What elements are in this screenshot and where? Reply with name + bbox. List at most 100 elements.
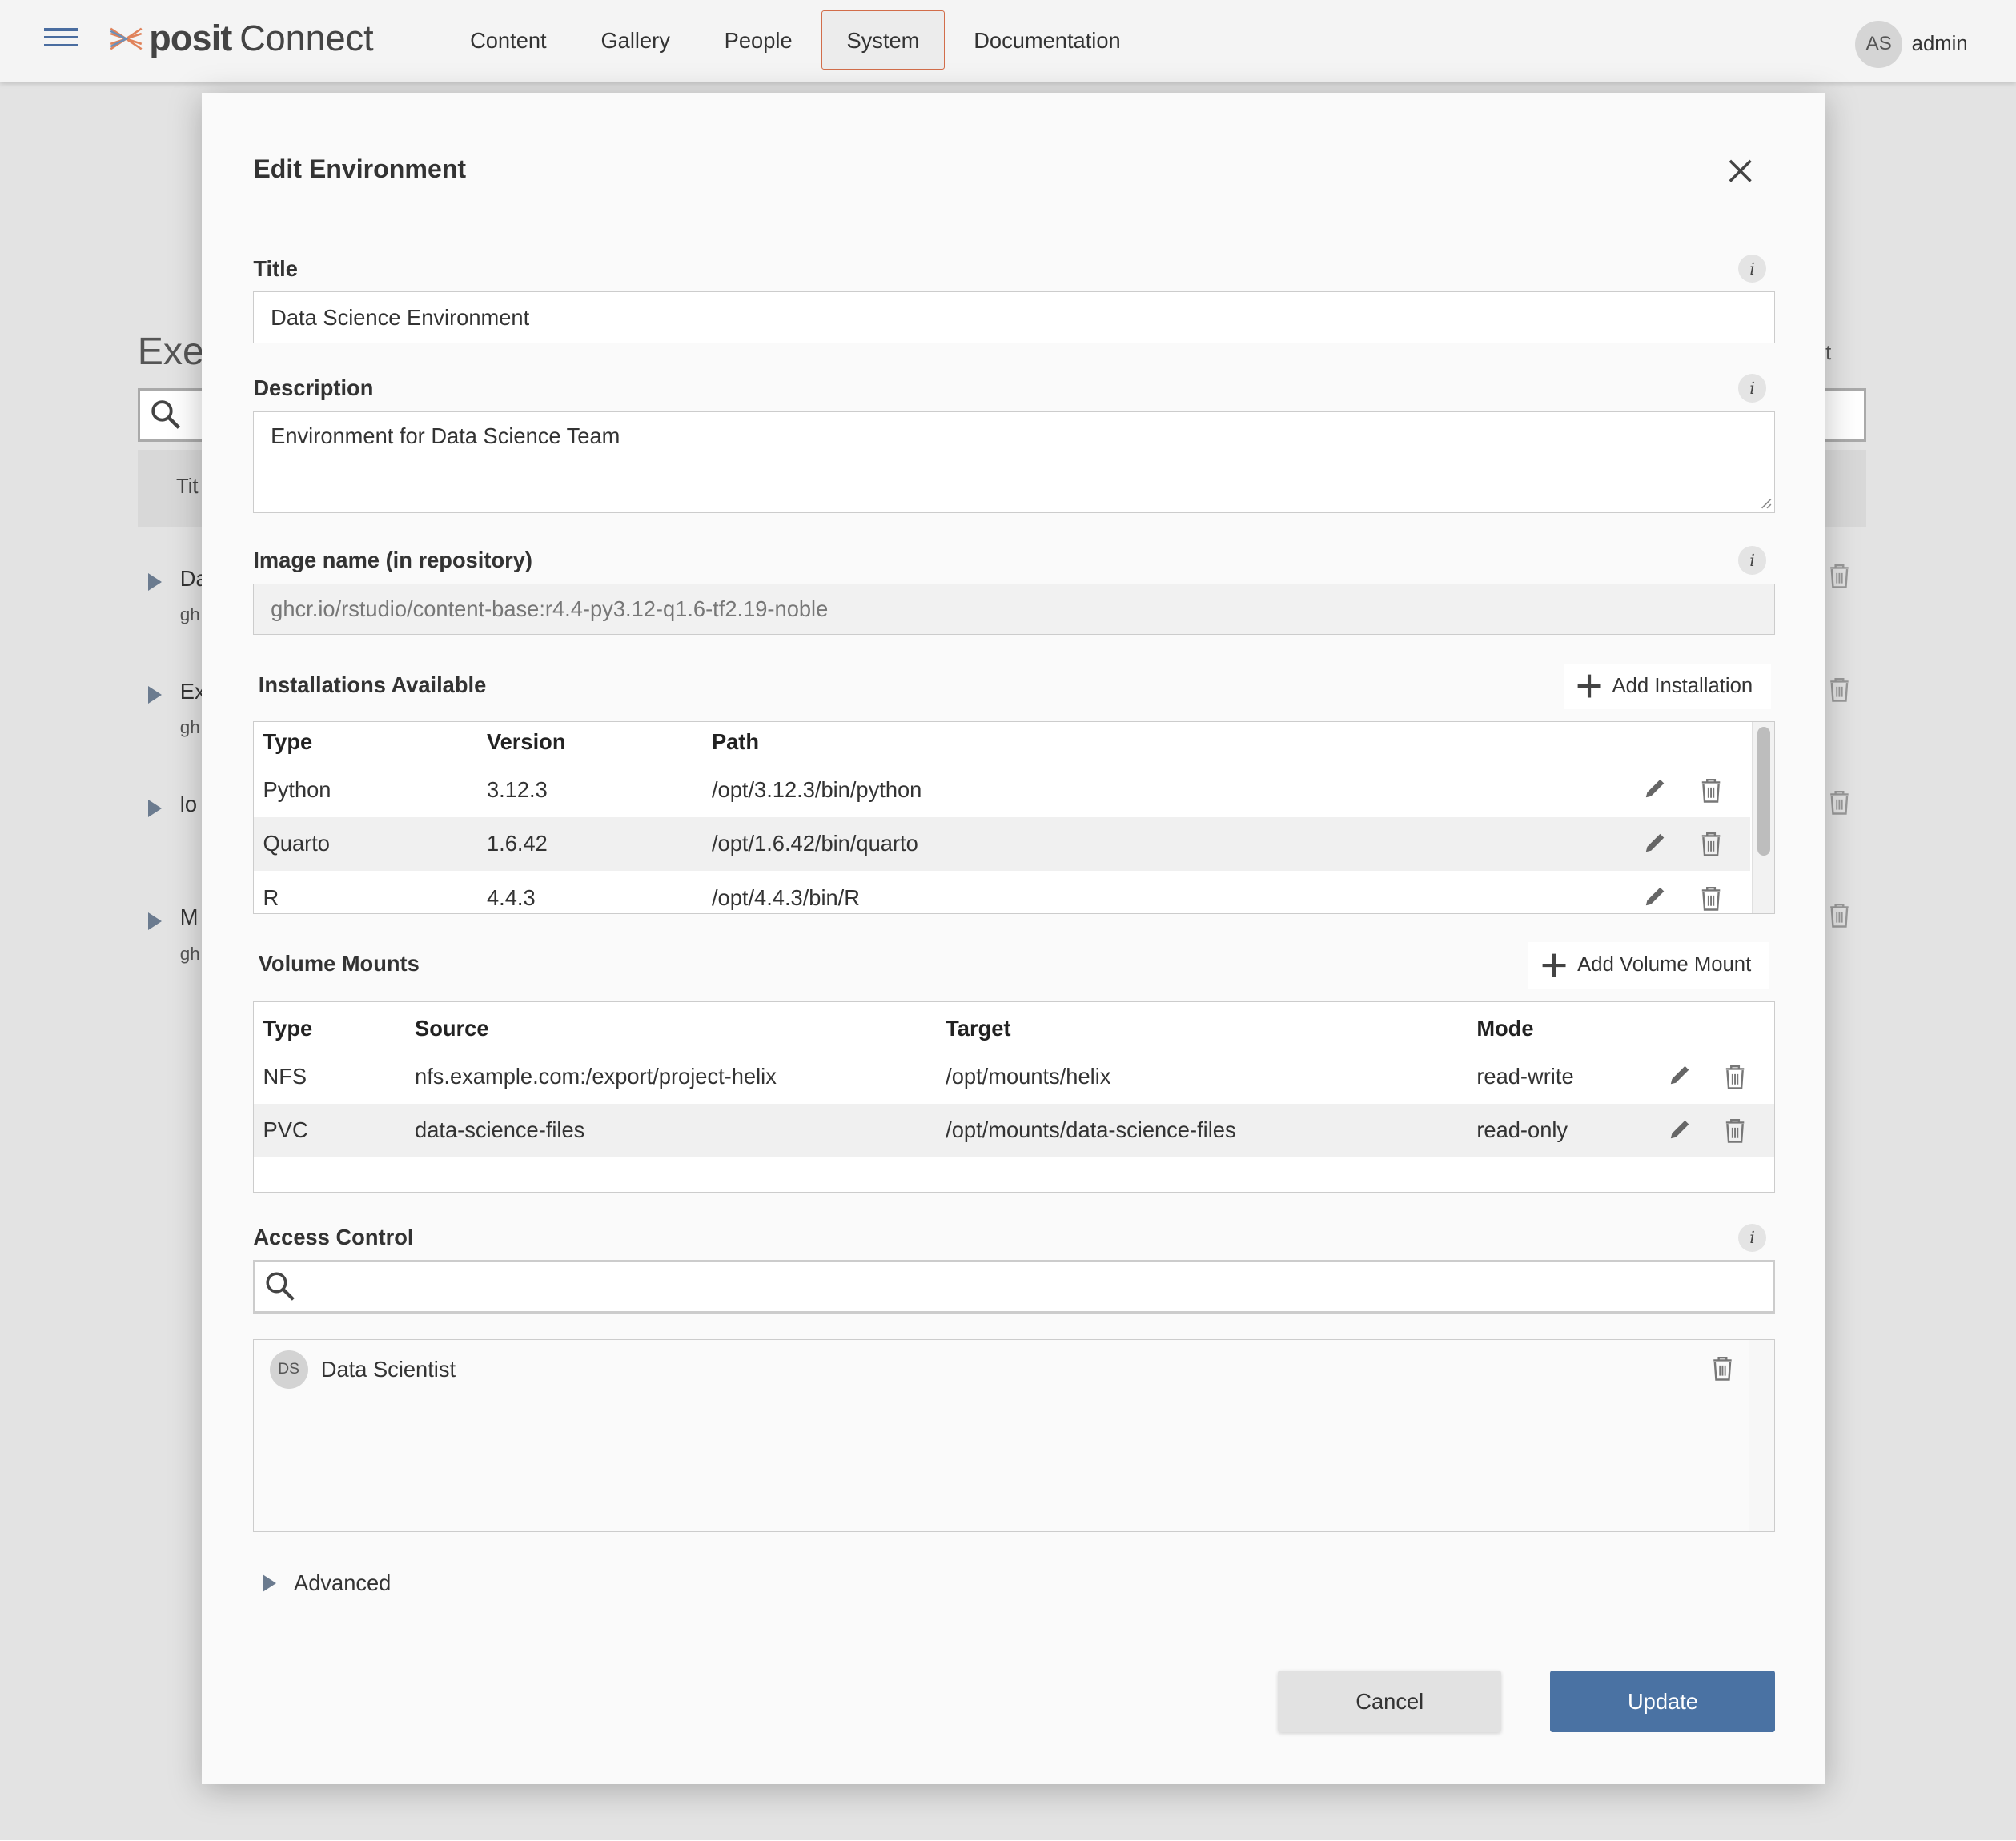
search-icon	[265, 1272, 295, 1301]
cell-path: /opt/3.12.3/bin/python	[711, 776, 922, 802]
advanced-toggle[interactable]: Advanced	[262, 1570, 392, 1596]
trash-icon[interactable]	[1698, 777, 1724, 803]
cell-path: /opt/1.6.42/bin/quarto	[711, 831, 918, 856]
trash-icon	[1830, 677, 1849, 702]
column-header-version: Version	[486, 729, 566, 755]
background-row-title: lo	[179, 792, 198, 817]
resize-handle-icon[interactable]	[1761, 498, 1772, 509]
cell-type: NFS	[263, 1063, 307, 1089]
description-label: Description	[253, 375, 374, 400]
add-installation-label: Add Installation	[1612, 674, 1753, 697]
table-row: Python 3.12.3 /opt/3.12.3/bin/python	[254, 763, 1750, 816]
column-header-target: Target	[946, 1016, 1011, 1041]
column-header-mode: Mode	[1476, 1016, 1534, 1041]
nav-gallery[interactable]: Gallery	[576, 10, 695, 70]
cell-mode: read-only	[1476, 1117, 1568, 1143]
background-page-title: Exe	[137, 330, 204, 374]
expand-icon	[262, 1574, 276, 1593]
add-volume-mount-label: Add Volume Mount	[1577, 953, 1752, 977]
trash-icon	[1830, 790, 1849, 815]
cell-mode: read-write	[1476, 1063, 1574, 1089]
expand-icon	[147, 573, 162, 592]
description-text: Environment for Data Science Team	[271, 423, 620, 449]
nav-documentation[interactable]: Documentation	[949, 10, 1147, 70]
cell-source: nfs.example.com:/export/project-helix	[415, 1063, 777, 1089]
nav-people[interactable]: People	[699, 10, 817, 70]
column-header-source: Source	[415, 1016, 489, 1041]
advanced-label: Advanced	[294, 1570, 392, 1596]
expand-icon	[147, 686, 162, 704]
menu-icon[interactable]	[43, 28, 78, 49]
info-icon[interactable]: i	[1737, 1223, 1767, 1252]
nav-system[interactable]: System	[821, 10, 945, 70]
trash-icon[interactable]	[1698, 885, 1724, 911]
scrollbar[interactable]	[1751, 721, 1775, 913]
volume-mounts-title: Volume Mounts	[258, 951, 420, 977]
installations-title: Installations Available	[258, 672, 487, 697]
access-principals-list: DS Data Scientist	[253, 1339, 1776, 1532]
background-row-subtitle: gh	[179, 604, 200, 624]
top-bar: posit Connect Content Gallery People Sys…	[0, 0, 2016, 82]
trash-icon[interactable]	[1722, 1117, 1748, 1144]
trash-icon[interactable]	[1711, 1355, 1734, 1382]
access-control-label: Access Control	[253, 1225, 414, 1250]
cell-version: 1.6.42	[486, 831, 548, 856]
edit-icon[interactable]	[1642, 830, 1668, 856]
trash-icon[interactable]	[1722, 1064, 1748, 1089]
plus-icon	[1542, 953, 1566, 977]
background-header-label: Tit	[175, 475, 199, 499]
page: posit Connect Content Gallery People Sys…	[0, 0, 2016, 1841]
background-right-text: t	[1825, 342, 1832, 365]
user-menu[interactable]: AS admin	[1855, 20, 1968, 69]
cell-type: Quarto	[263, 831, 330, 856]
edit-icon[interactable]	[1642, 884, 1668, 909]
cell-target: /opt/mounts/helix	[946, 1063, 1111, 1089]
cell-version: 4.4.3	[486, 884, 536, 910]
table-row: Quarto 1.6.42 /opt/1.6.42/bin/quarto	[254, 816, 1751, 872]
edit-icon[interactable]	[1667, 1117, 1693, 1142]
column-header-type: Type	[263, 1016, 313, 1041]
table-row: NFS nfs.example.com:/export/project-heli…	[254, 1049, 1774, 1103]
cancel-button[interactable]: Cancel	[1278, 1671, 1502, 1733]
image-name-input[interactable]	[253, 583, 1776, 636]
expand-icon	[147, 799, 162, 817]
info-icon[interactable]: i	[1737, 546, 1767, 575]
user-name: admin	[1911, 32, 1968, 55]
background-row-subtitle: gh	[179, 943, 200, 964]
trash-icon	[1830, 904, 1849, 928]
info-icon[interactable]: i	[1737, 374, 1767, 403]
cell-target: /opt/mounts/data-science-files	[946, 1117, 1236, 1143]
column-header-path: Path	[711, 729, 760, 755]
brand-name: posit	[149, 18, 232, 59]
info-icon[interactable]: i	[1737, 254, 1767, 283]
update-button[interactable]: Update	[1550, 1671, 1776, 1733]
description-textarea[interactable]: Environment for Data Science Team	[253, 411, 1776, 513]
installations-table: Type Version Path Python 3.12.3 /opt/3.1…	[253, 720, 1776, 914]
posit-logo-icon	[110, 27, 143, 50]
nav-content[interactable]: Content	[445, 10, 572, 70]
volume-mounts-table: Type Source Target Mode NFS nfs.example.…	[253, 1001, 1776, 1193]
edit-icon[interactable]	[1642, 776, 1668, 801]
product-name: Connect	[239, 18, 374, 59]
close-icon[interactable]	[1726, 157, 1754, 185]
search-icon	[151, 400, 180, 430]
column-header-type: Type	[263, 729, 313, 755]
avatar: DS	[269, 1350, 308, 1390]
trash-icon[interactable]	[1698, 831, 1724, 856]
cell-type: R	[263, 884, 279, 910]
image-name-label: Image name (in repository)	[253, 547, 532, 573]
access-search-input[interactable]	[253, 1259, 1776, 1314]
edit-icon[interactable]	[1667, 1062, 1693, 1088]
plus-icon	[1577, 674, 1601, 698]
title-input[interactable]	[253, 291, 1776, 343]
add-volume-mount-button[interactable]: Add Volume Mount	[1528, 941, 1769, 989]
add-installation-button[interactable]: Add Installation	[1563, 663, 1771, 710]
scrollbar-thumb[interactable]	[1757, 727, 1771, 856]
scrollbar[interactable]	[1749, 1340, 1775, 1531]
avatar: AS	[1855, 20, 1903, 69]
list-item: DS Data Scientist	[269, 1350, 456, 1390]
cell-type: Python	[263, 776, 331, 802]
logo[interactable]: posit Connect	[108, 18, 374, 59]
edit-environment-dialog: Edit Environment Title i Description i E…	[202, 92, 1826, 1784]
title-label: Title	[253, 255, 298, 281]
